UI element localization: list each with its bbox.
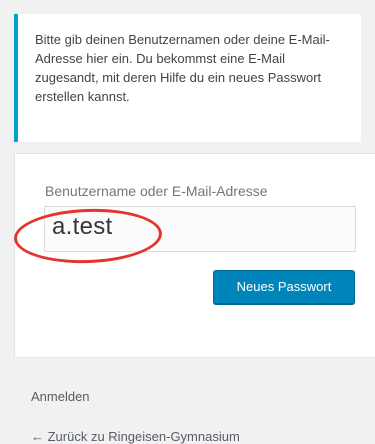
back-to-site-link[interactable]: ← Zurück zu Ringeisen-Gymnasium (31, 429, 240, 444)
lost-password-form: Benutzername oder E-Mail-Adresse a.test … (14, 153, 375, 358)
login-link[interactable]: Anmelden (31, 389, 90, 404)
username-label: Benutzername oder E-Mail-Adresse (45, 183, 268, 199)
new-password-button[interactable]: Neues Passwort (213, 270, 355, 304)
info-message: Bitte gib deinen Benutzernamen oder dein… (14, 14, 361, 142)
info-message-text: Bitte gib deinen Benutzernamen oder dein… (35, 32, 330, 104)
username-input[interactable]: a.test (44, 206, 356, 252)
